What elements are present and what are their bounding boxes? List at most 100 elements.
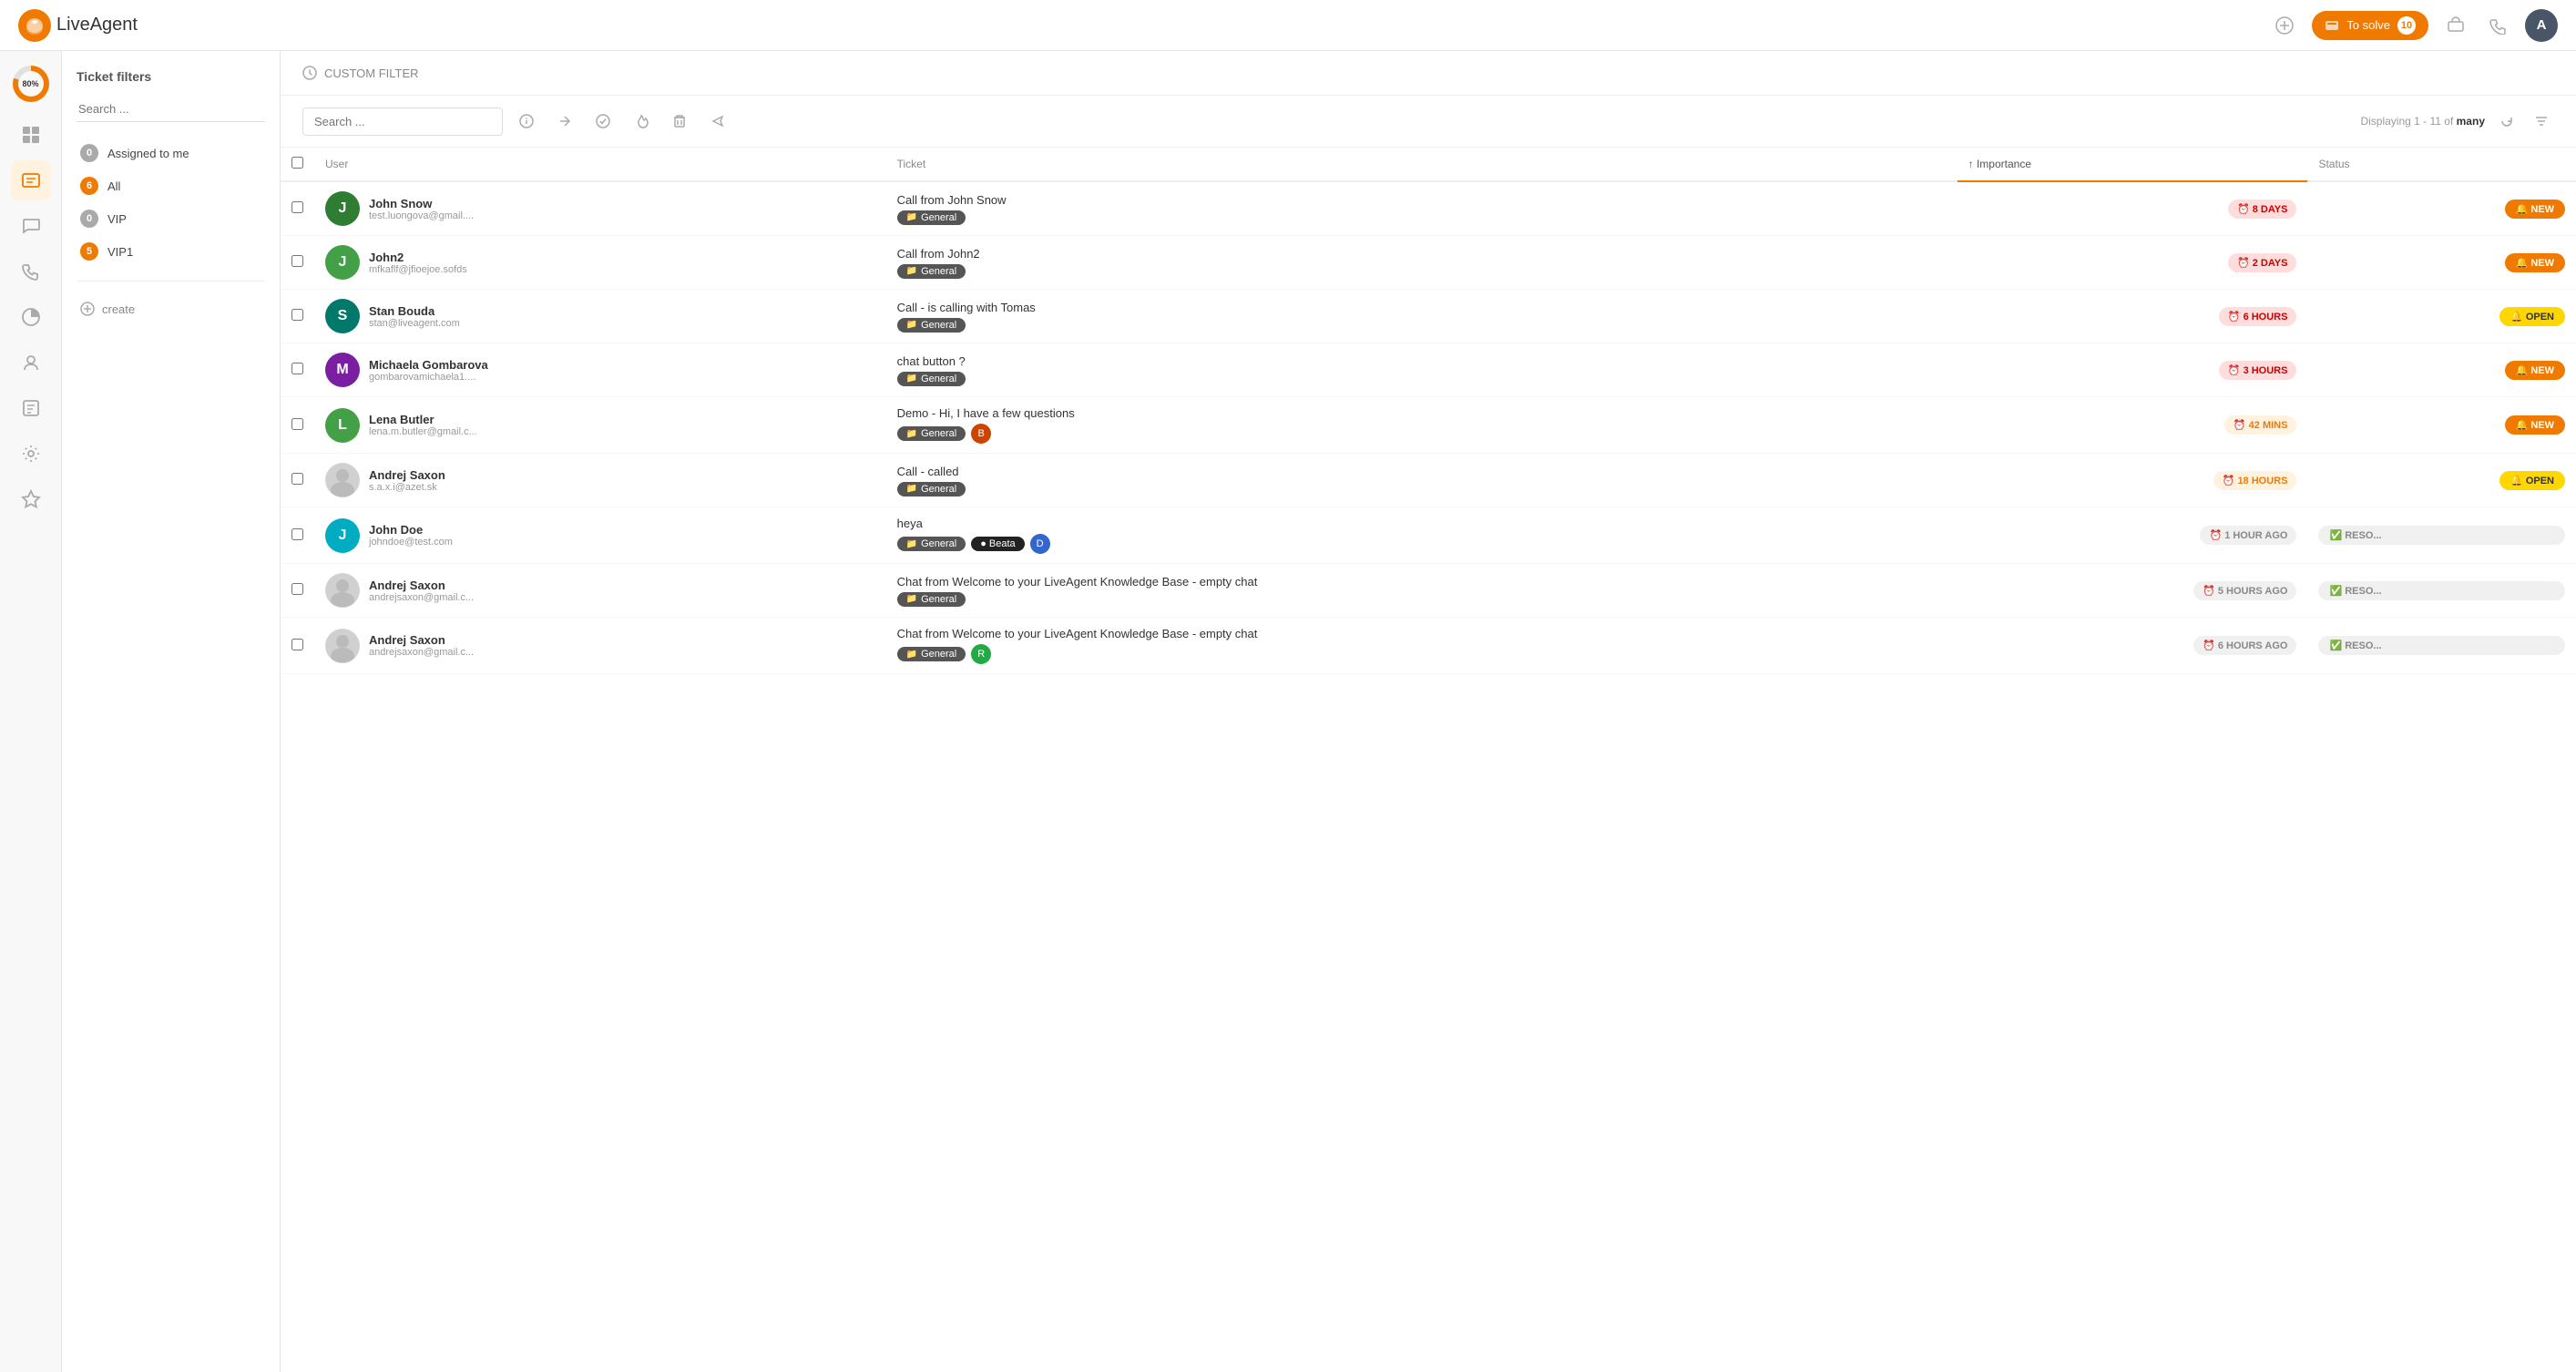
user-email: andrejsaxon@gmail.c... — [369, 647, 474, 658]
table-row[interactable]: J John Snow test.luongova@gmail.... Call… — [281, 181, 2576, 236]
importance-col: ⏰ 8 DAYS — [1958, 181, 2308, 236]
ticket-title: chat button ? — [897, 354, 1947, 368]
filter-item-vip1[interactable]: 5 VIP1 — [77, 235, 265, 268]
importance-col: ⏰ 18 HOURS — [1958, 454, 2308, 507]
table-row[interactable]: S Stan Bouda stan@liveagent.com Call - i… — [281, 290, 2576, 343]
ticket-tags: 📁General — [897, 264, 1947, 279]
logo-icon — [18, 9, 51, 42]
ticket-title: Call from John Snow — [897, 193, 1947, 207]
ticket-cell: Call from John2 📁General — [886, 236, 1958, 290]
user-email: gombarovamichaela1.... — [369, 372, 488, 383]
sidebar-item-settings[interactable] — [11, 434, 51, 474]
table-row[interactable]: J John Doe johndoe@test.com heya 📁Genera… — [281, 507, 2576, 564]
table-row[interactable]: Andrej Saxon s.a.x.i@azet.sk Call - call… — [281, 454, 2576, 507]
table-row[interactable]: Andrej Saxon andrejsaxon@gmail.c... Chat… — [281, 618, 2576, 674]
row-checkbox[interactable] — [291, 309, 303, 321]
user-name: John2 — [369, 251, 467, 264]
status-col: 🔔 NEW — [2307, 236, 2576, 290]
importance-col: ⏰ 2 DAYS — [1958, 236, 2308, 290]
ticket-cell: chat button ? 📁General — [886, 343, 1958, 397]
ticket-search-input[interactable] — [302, 108, 503, 136]
add-icon[interactable] — [2270, 11, 2299, 40]
notifications-icon[interactable] — [2441, 11, 2470, 40]
ticket-tags: 📁GeneralB — [897, 424, 1947, 444]
fire-icon[interactable] — [627, 107, 656, 136]
filter-item-all[interactable]: 6 All — [77, 169, 265, 202]
col-status: Status — [2307, 148, 2576, 181]
user-email: johndoe@test.com — [369, 537, 453, 548]
filter-badge-all: 6 — [80, 177, 98, 195]
sidebar-item-contacts[interactable] — [11, 343, 51, 383]
main-layout: 80% Ticket filters — [0, 51, 2576, 1372]
phone-icon[interactable] — [2483, 11, 2512, 40]
filter-badge-vip: 0 — [80, 210, 98, 228]
create-filter-item[interactable]: create — [77, 294, 265, 323]
row-checkbox[interactable] — [291, 418, 303, 430]
delete-icon[interactable] — [665, 107, 694, 136]
user-name: Michaela Gombarova — [369, 358, 488, 372]
refresh-icon[interactable] — [2494, 108, 2520, 134]
info-icon[interactable] — [512, 107, 541, 136]
table-row[interactable]: Andrej Saxon andrejsaxon@gmail.c... Chat… — [281, 564, 2576, 618]
displaying-text: Displaying 1 - 11 of many — [2360, 115, 2485, 128]
forward-icon[interactable] — [550, 107, 579, 136]
ticket-tags: 📁General — [897, 372, 1947, 386]
ticket-title: Call from John2 — [897, 247, 1947, 261]
user-avatar[interactable]: A — [2525, 9, 2558, 42]
status-col: 🔔 OPEN — [2307, 290, 2576, 343]
ticket-tags: 📁General — [897, 210, 1947, 225]
sidebar-item-calls[interactable] — [11, 251, 51, 292]
sidebar-item-knowledge[interactable] — [11, 388, 51, 428]
topnav: LiveAgent To solve 10 A — [0, 0, 2576, 51]
logo-text: LiveAgent — [56, 15, 138, 36]
user-name: John Doe — [369, 523, 453, 537]
user-cell: J John2 mfkaflf@jfioejoe.sofds — [325, 245, 875, 280]
sidebar-item-tickets[interactable] — [11, 160, 51, 200]
main-content: CUSTOM FILTER Dis — [281, 51, 2576, 1372]
importance-col: ⏰ 1 HOUR AGO — [1958, 507, 2308, 564]
icon-sidebar: 80% — [0, 51, 62, 1372]
sidebar-item-chat[interactable] — [11, 206, 51, 246]
custom-filter-label: CUSTOM FILTER — [324, 67, 419, 80]
row-checkbox[interactable] — [291, 639, 303, 650]
ticket-cell: heya 📁General● BeataD — [886, 507, 1958, 564]
ticket-title: Chat from Welcome to your LiveAgent Know… — [897, 627, 1947, 640]
user-name: Lena Butler — [369, 413, 477, 426]
create-filter-label: create — [102, 302, 135, 316]
ticket-table: User Ticket ↑ Importance Status J John S… — [281, 148, 2576, 674]
user-cell: M Michaela Gombarova gombarovamichaela1.… — [325, 353, 875, 387]
row-checkbox[interactable] — [291, 255, 303, 267]
to-solve-button[interactable]: To solve 10 — [2312, 11, 2428, 40]
filter-item-vip[interactable]: 0 VIP — [77, 202, 265, 235]
user-name: Andrej Saxon — [369, 578, 474, 592]
row-checkbox[interactable] — [291, 583, 303, 595]
row-checkbox[interactable] — [291, 363, 303, 374]
row-checkbox[interactable] — [291, 473, 303, 485]
sidebar-item-dashboard[interactable] — [11, 115, 51, 155]
row-checkbox[interactable] — [291, 201, 303, 213]
importance-col: ⏰ 6 HOURS AGO — [1958, 618, 2308, 674]
user-email: stan@liveagent.com — [369, 318, 460, 329]
sidebar-item-reports[interactable] — [11, 297, 51, 337]
logo[interactable]: LiveAgent — [18, 9, 138, 42]
resolve-icon[interactable] — [588, 107, 618, 136]
table-row[interactable]: L Lena Butler lena.m.butler@gmail.c... D… — [281, 397, 2576, 454]
sidebar-item-starred[interactable] — [11, 479, 51, 519]
column-filter-icon[interactable] — [2529, 108, 2554, 134]
filter-label-assigned: Assigned to me — [107, 147, 189, 160]
row-checkbox[interactable] — [291, 528, 303, 540]
ticket-title: Demo - Hi, I have a few questions — [897, 406, 1947, 420]
filter-badge-vip1: 5 — [80, 242, 98, 261]
filter-item-assigned[interactable]: 0 Assigned to me — [77, 137, 265, 169]
select-all-checkbox[interactable] — [291, 157, 303, 169]
progress-circle: 80% — [13, 66, 49, 102]
ticket-toolbar: Displaying 1 - 11 of many — [281, 96, 2576, 148]
col-importance[interactable]: ↑ Importance — [1958, 148, 2308, 181]
to-solve-label: To solve — [2346, 18, 2390, 32]
table-row[interactable]: M Michaela Gombarova gombarovamichaela1.… — [281, 343, 2576, 397]
filter-search-input[interactable] — [77, 97, 265, 122]
user-cell: Andrej Saxon s.a.x.i@azet.sk — [325, 463, 875, 497]
table-row[interactable]: J John2 mfkaflf@jfioejoe.sofds Call from… — [281, 236, 2576, 290]
ticket-title: Chat from Welcome to your LiveAgent Know… — [897, 575, 1947, 589]
more-icon[interactable] — [703, 107, 732, 136]
